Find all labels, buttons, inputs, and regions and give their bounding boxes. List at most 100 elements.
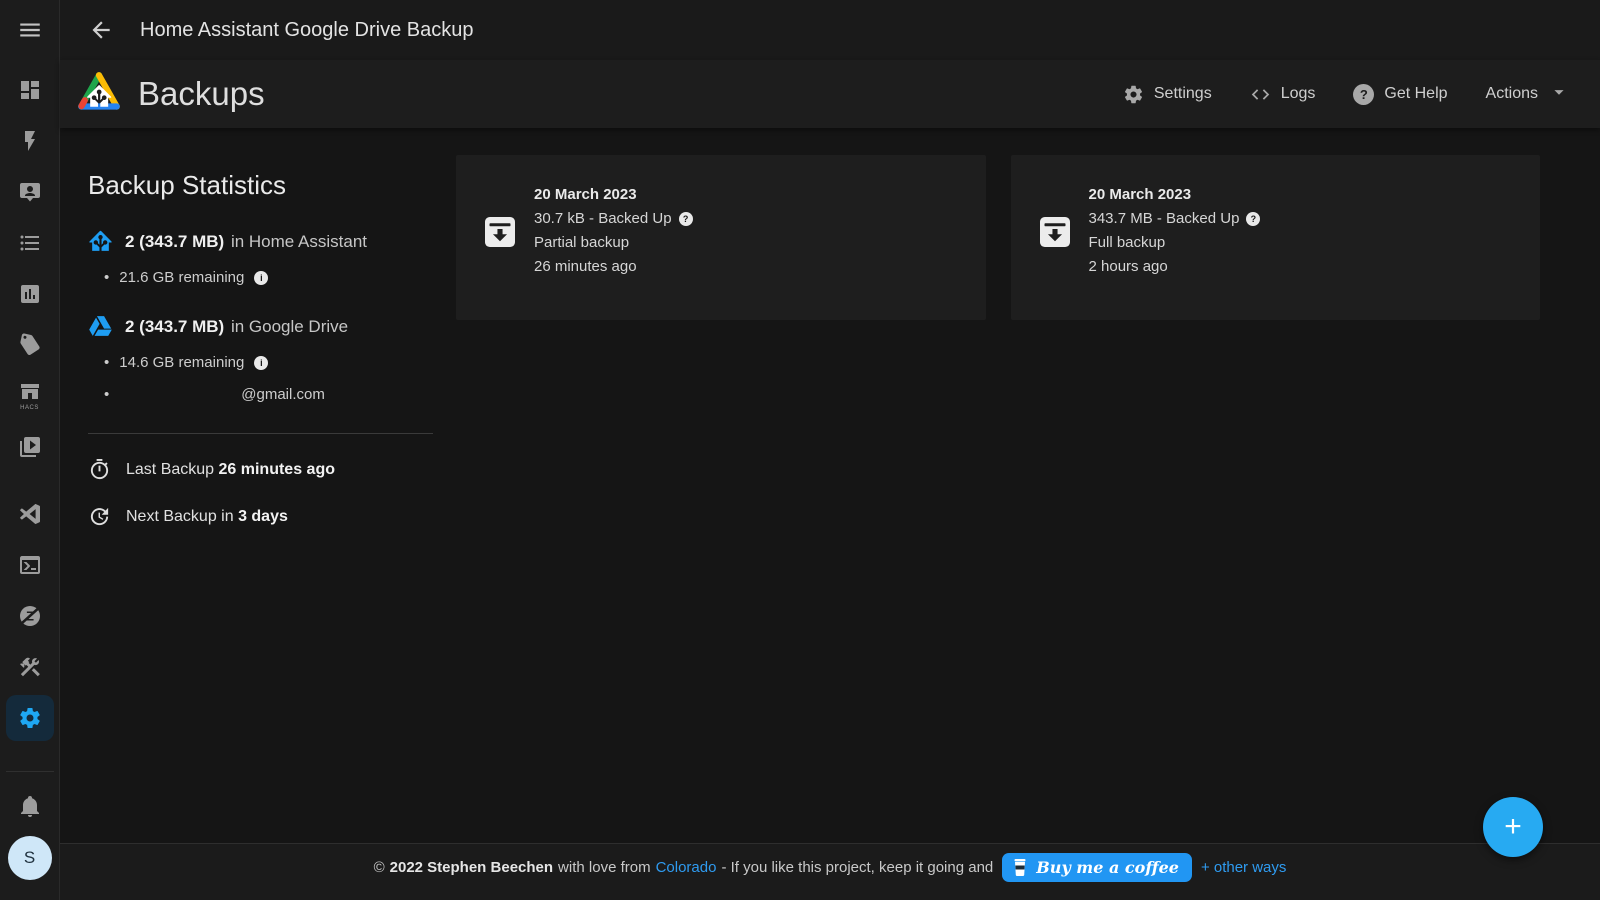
actions-label: Actions <box>1486 85 1538 103</box>
backup-date: 20 March 2023 <box>1089 183 1261 207</box>
content-column: Home Assistant Google Drive Backup Backu… <box>60 0 1600 900</box>
sidebar-bottom: S <box>0 771 59 900</box>
section-title: Backups <box>138 75 265 113</box>
settings-button[interactable]: Settings <box>1123 84 1212 105</box>
logs-label: Logs <box>1281 85 1316 103</box>
hacs-label: HACS <box>20 405 39 411</box>
other-ways-link[interactable]: + other ways <box>1201 859 1286 876</box>
gear-icon <box>18 706 42 730</box>
terminal-icon <box>18 553 42 577</box>
sidebar-item-media[interactable] <box>0 421 60 472</box>
top-app-bar: Home Assistant Google Drive Backup <box>60 0 1600 60</box>
sidebar-item-person[interactable] <box>0 166 60 217</box>
gd-remaining-text: 14.6 GB remaining <box>119 354 244 371</box>
home-assistant-stat-row: 2 (343.7 MB) in Home Assistant <box>88 229 456 254</box>
tag-icon <box>15 330 43 358</box>
copyright-sign: © <box>374 859 385 876</box>
backup-date: 20 March 2023 <box>534 183 693 207</box>
dashboard-icon <box>18 78 42 102</box>
sidebar-item-energy[interactable] <box>0 115 60 166</box>
ha-stat-text: 2 (343.7 MB) in Home Assistant <box>125 232 367 252</box>
footer-middle2: - If you like this project, keep it goin… <box>721 859 993 876</box>
next-backup-row: Next Backup in 3 days <box>88 505 456 528</box>
chart-box-icon <box>18 282 42 306</box>
plus-icon: + <box>1504 812 1522 842</box>
sidebar-item-dashboard[interactable] <box>0 64 60 115</box>
page-title: Home Assistant Google Drive Backup <box>140 19 474 42</box>
get-help-label: Get Help <box>1384 85 1447 103</box>
logs-button[interactable]: Logs <box>1250 84 1316 105</box>
settings-active-highlight <box>6 695 54 741</box>
next-backup-text: Next Backup in 3 days <box>126 508 288 526</box>
lightning-bolt-icon <box>18 129 42 153</box>
menu-hamburger-icon[interactable] <box>17 17 43 43</box>
media-play-box-icon <box>18 435 42 459</box>
notifications-bell-icon[interactable] <box>10 786 50 826</box>
stats-title: Backup Statistics <box>88 170 456 201</box>
sidebar-nav: HACS Z <box>0 64 60 743</box>
user-avatar[interactable]: S <box>8 836 52 880</box>
footer-middle1: with love from <box>558 859 651 876</box>
bmc-label: Buy me a coffee <box>1036 858 1179 877</box>
sidebar-item-settings-active[interactable] <box>0 692 60 743</box>
backup-card-details: 20 March 2023 30.7 kB - Backed Up ? Part… <box>534 183 693 320</box>
backup-card-full[interactable]: 20 March 2023 343.7 MB - Backed Up ? Ful… <box>1011 155 1541 320</box>
stats-divider <box>88 433 433 434</box>
gd-stat-text: 2 (343.7 MB) in Google Drive <box>125 317 348 337</box>
colorado-link[interactable]: Colorado <box>656 859 717 876</box>
backup-card-partial[interactable]: 20 March 2023 30.7 kB - Backed Up ? Part… <box>456 155 986 320</box>
sidebar-item-terminal[interactable] <box>0 539 60 590</box>
help-icon[interactable]: ? <box>679 212 693 226</box>
sidebar-item-vscode[interactable] <box>0 488 60 539</box>
help-icon[interactable]: ? <box>1246 212 1260 226</box>
backup-size-status: 343.7 MB - Backed Up ? <box>1089 207 1261 231</box>
bullet: • <box>104 354 109 371</box>
gd-remaining-row: • 14.6 GB remaining i <box>104 354 456 371</box>
home-assistant-icon <box>88 229 113 254</box>
avatar-initial: S <box>24 848 35 868</box>
sidebar-item-tags[interactable] <box>0 319 60 370</box>
back-arrow-icon[interactable] <box>86 15 116 45</box>
google-drive-icon <box>88 314 113 339</box>
help-icon: ? <box>1353 84 1374 105</box>
info-icon[interactable]: i <box>254 356 268 370</box>
gd-account-text: @gmail.com <box>241 386 325 403</box>
get-help-button[interactable]: ? Get Help <box>1353 84 1447 105</box>
chevron-down-icon <box>1548 81 1570 108</box>
backup-ago: 2 hours ago <box>1089 255 1261 279</box>
archive-download-icon <box>1037 214 1073 250</box>
gd-account-row: • @gmail.com <box>104 386 456 403</box>
person-chat-icon <box>18 180 42 204</box>
google-drive-stat-row: 2 (343.7 MB) in Google Drive <box>88 314 456 339</box>
sidebar-divider <box>6 771 54 772</box>
sidebar: HACS Z <box>0 0 60 900</box>
bullet: • <box>104 269 109 286</box>
svg-text:Z: Z <box>26 608 34 623</box>
backup-card-details: 20 March 2023 343.7 MB - Backed Up ? Ful… <box>1089 183 1261 320</box>
settings-label: Settings <box>1154 85 1212 103</box>
info-icon[interactable]: i <box>254 271 268 285</box>
backup-cards: 20 March 2023 30.7 kB - Backed Up ? Part… <box>456 128 1540 843</box>
backup-size-status: 30.7 kB - Backed Up ? <box>534 207 693 231</box>
backup-type: Partial backup <box>534 231 693 255</box>
buy-me-a-coffee-button[interactable]: Buy me a coffee <box>1002 853 1192 882</box>
footer-text: © 2022 Stephen Beechen with love from Co… <box>374 853 1287 882</box>
app-root: HACS Z <box>0 0 1600 900</box>
addon-header: Backups Settings Logs ? Get Help Actions <box>60 60 1600 128</box>
ha-remaining-row: • 21.6 GB remaining i <box>104 269 456 286</box>
timer-icon <box>88 458 111 481</box>
actions-dropdown[interactable]: Actions <box>1486 81 1570 108</box>
sidebar-item-history[interactable] <box>0 268 60 319</box>
hacs-store-icon <box>18 380 42 404</box>
backup-statistics-panel: Backup Statistics 2 (343.7 MB) in Home A… <box>88 128 456 843</box>
drive-backup-logo <box>74 69 124 119</box>
last-backup-text: Last Backup 26 minutes ago <box>126 461 335 479</box>
last-backup-row: Last Backup 26 minutes ago <box>88 458 456 481</box>
sidebar-item-todo[interactable] <box>0 217 60 268</box>
footer: © 2022 Stephen Beechen with love from Co… <box>60 843 1600 900</box>
sidebar-item-hacs[interactable]: HACS <box>0 370 60 421</box>
sidebar-item-developer-tools[interactable] <box>0 641 60 692</box>
sidebar-item-zigbee2mqtt[interactable]: Z <box>0 590 60 641</box>
add-backup-fab[interactable]: + <box>1483 797 1543 857</box>
bulleted-list-icon <box>18 231 42 255</box>
